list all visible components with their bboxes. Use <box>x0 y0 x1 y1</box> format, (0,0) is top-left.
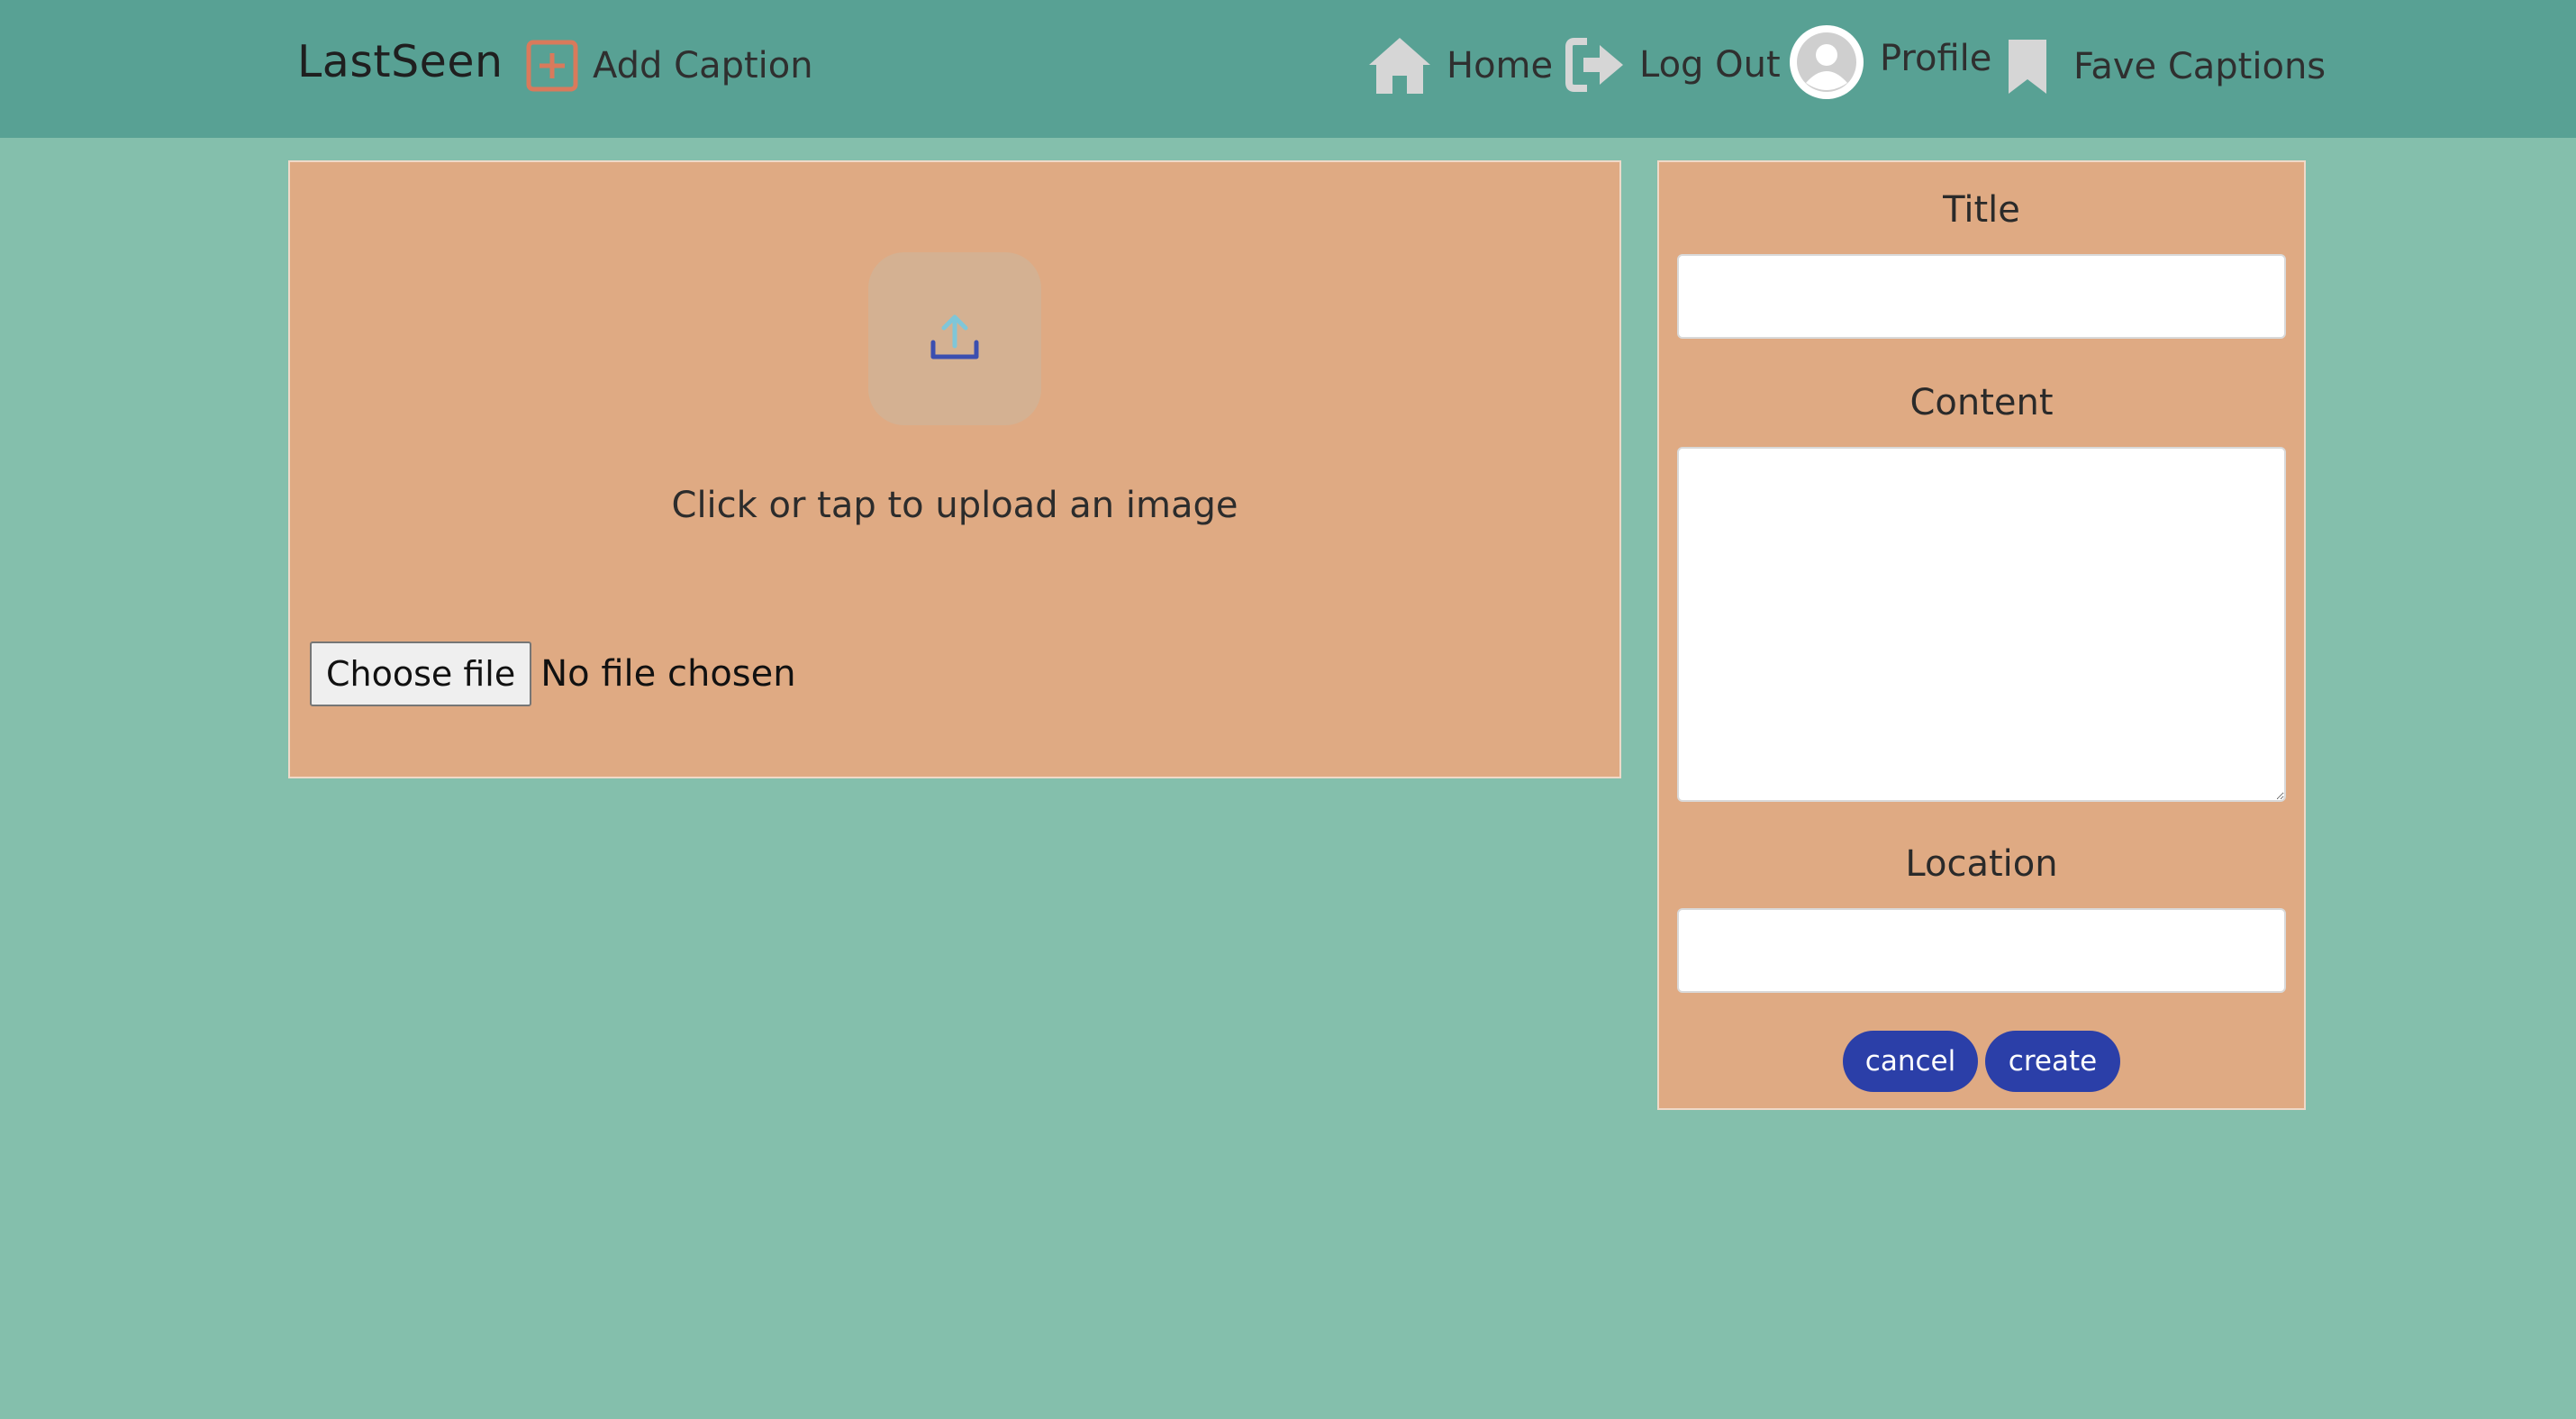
nav-add-caption[interactable]: Add Caption <box>526 40 813 92</box>
nav-logout[interactable]: Log Out <box>1565 36 1781 94</box>
file-status: No file chosen <box>540 653 796 695</box>
content-label: Content <box>1909 382 2054 423</box>
nav-fave-captions[interactable]: Fave Captions <box>2005 36 2326 97</box>
top-navbar: LastSeen Add Caption Home Log Out Profil… <box>0 0 2576 138</box>
logout-icon <box>1565 36 1627 94</box>
nav-fave-captions-label: Fave Captions <box>2073 46 2327 87</box>
nav-home[interactable]: Home <box>1365 34 1553 97</box>
choose-file-button[interactable]: Choose file <box>310 641 532 706</box>
plus-square-icon <box>526 40 578 92</box>
create-button[interactable]: create <box>1985 1031 2120 1092</box>
image-upload-panel[interactable]: Click or tap to upload an image Choose f… <box>288 160 1621 778</box>
content-textarea[interactable] <box>1677 447 2286 802</box>
title-label: Title <box>1943 189 2020 231</box>
home-icon <box>1365 34 1434 97</box>
file-input[interactable]: Choose file No file chosen <box>310 641 796 706</box>
location-input[interactable] <box>1677 908 2286 993</box>
form-actions: cancel create <box>1659 1031 2304 1092</box>
nav-add-caption-label: Add Caption <box>593 45 813 86</box>
nav-logout-label: Log Out <box>1639 44 1781 86</box>
upload-icon <box>926 308 984 369</box>
upload-prompt: Click or tap to upload an image <box>671 485 1238 526</box>
nav-profile[interactable]: Profile <box>1790 25 1991 99</box>
nav-profile-label: Profile <box>1880 38 1992 79</box>
cancel-button[interactable]: cancel <box>1843 1031 1978 1092</box>
nav-home-label: Home <box>1447 45 1554 86</box>
bookmark-icon <box>2005 36 2050 97</box>
brand-logo[interactable]: LastSeen <box>297 36 503 87</box>
caption-form: Title Content Location cancel create <box>1657 160 2306 1110</box>
title-input[interactable] <box>1677 254 2286 339</box>
avatar-icon <box>1790 25 1864 99</box>
upload-dropzone[interactable] <box>868 252 1041 425</box>
location-label: Location <box>1905 843 2058 885</box>
